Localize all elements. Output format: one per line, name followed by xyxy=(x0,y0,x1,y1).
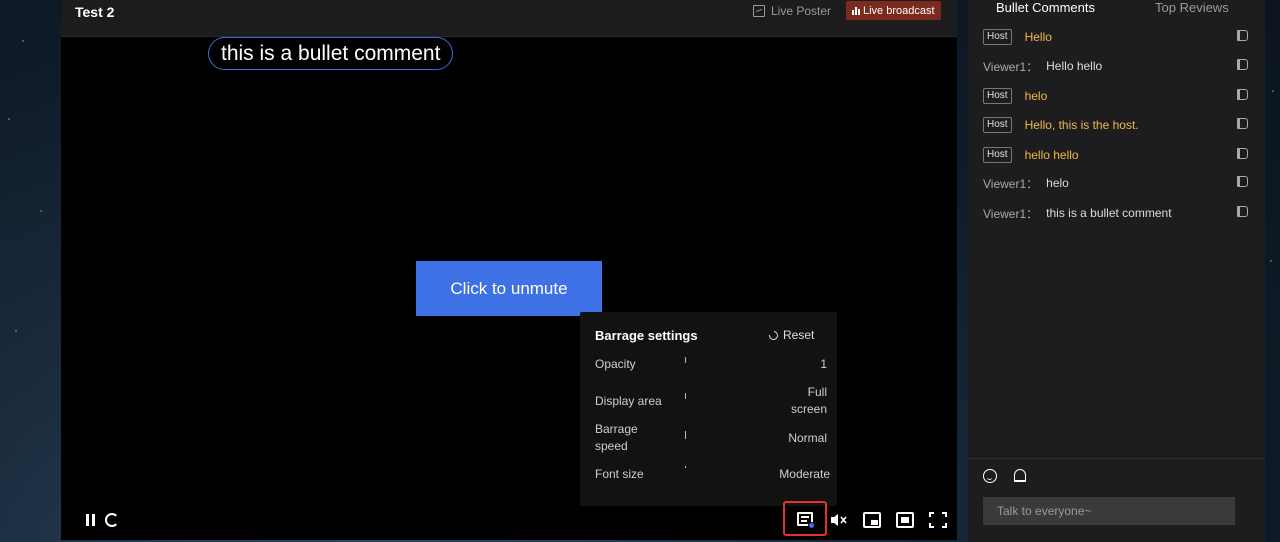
player-header: Test 2 Live Poster Live broadcast xyxy=(61,0,957,37)
font-size-value: Moderate xyxy=(779,467,830,481)
signal-bars-icon xyxy=(852,6,860,15)
theater-icon xyxy=(901,517,909,523)
opacity-setting: Opacity 1 xyxy=(595,356,827,376)
display-area-value: Full screen xyxy=(790,385,827,416)
message-text: this is a bullet comment xyxy=(1046,206,1172,220)
host-badge: Host xyxy=(983,147,1012,163)
chat-panel: Bullet Comments Top Reviews Host Hello V… xyxy=(968,0,1265,542)
pause-button[interactable] xyxy=(81,512,99,528)
video-player: Test 2 Live Poster Live broadcast this i… xyxy=(61,0,957,540)
chat-tabs: Bullet Comments Top Reviews xyxy=(968,0,1265,20)
reset-icon xyxy=(767,328,780,342)
thumbs-up-icon[interactable] xyxy=(1237,206,1248,217)
barrage-speed-slider[interactable] xyxy=(685,431,686,439)
thumbs-up-icon[interactable] xyxy=(1237,148,1248,159)
refresh-button[interactable] xyxy=(105,513,119,527)
display-area-setting: Display area Full screen xyxy=(595,384,827,420)
reset-button[interactable]: Reset xyxy=(767,328,815,342)
chat-message: Viewer1： helo xyxy=(983,173,1248,193)
font-size-slider[interactable] xyxy=(685,466,686,468)
live-broadcast-button[interactable]: Live broadcast xyxy=(846,1,941,20)
barrage-speed-value: Normal xyxy=(788,431,827,445)
host-badge: Host xyxy=(983,29,1012,45)
live-poster-button[interactable]: Live Poster xyxy=(753,4,831,18)
chat-message: Host Hello xyxy=(983,27,1248,47)
message-text: helo xyxy=(1046,176,1069,190)
barrage-speed-label: Barrage speed xyxy=(595,422,638,453)
chat-message: Host helo xyxy=(983,86,1248,106)
message-user: Viewer1： xyxy=(983,176,1039,191)
barrage-settings-title: Barrage settings xyxy=(595,328,698,343)
chat-message: Viewer1： this is a bullet comment xyxy=(983,203,1248,223)
fullscreen-button[interactable] xyxy=(929,512,947,528)
chat-input[interactable] xyxy=(983,497,1235,525)
tab-bullet-comments[interactable]: Bullet Comments xyxy=(996,0,1095,15)
host-badge: Host xyxy=(983,88,1012,104)
tab-top-reviews[interactable]: Top Reviews xyxy=(1155,0,1229,15)
chat-message: Host hello hello xyxy=(983,145,1248,165)
font-size-label: Font size xyxy=(595,467,644,481)
live-poster-label: Live Poster xyxy=(771,4,832,18)
theater-mode-button[interactable] xyxy=(896,512,914,528)
thumbs-up-icon[interactable] xyxy=(1237,89,1248,100)
picture-in-picture-button[interactable] xyxy=(863,512,881,528)
chat-message: Host Hello, this is the host. xyxy=(983,115,1248,135)
opacity-value: 1 xyxy=(820,357,827,371)
display-area-slider[interactable] xyxy=(685,393,686,399)
fullscreen-icon xyxy=(929,512,947,528)
message-user: Viewer1： xyxy=(983,206,1039,221)
message-text: Hello hello xyxy=(1046,59,1103,73)
image-icon xyxy=(753,5,765,17)
message-text: Hello, this is the host. xyxy=(1024,118,1139,132)
message-text: hello hello xyxy=(1024,148,1079,162)
thumbs-up-icon[interactable] xyxy=(1237,176,1248,187)
message-text: helo xyxy=(1024,89,1048,103)
volume-muted-button[interactable] xyxy=(829,512,847,528)
thumbs-up-icon[interactable] xyxy=(1237,30,1248,41)
barrage-speed-setting: Barrage speed Normal xyxy=(595,421,827,457)
unmute-button[interactable]: Click to unmute xyxy=(416,261,602,316)
opacity-label: Opacity xyxy=(595,357,636,371)
barrage-settings-button[interactable] xyxy=(783,501,827,536)
emoji-icon[interactable] xyxy=(983,469,997,483)
thumbs-up-icon[interactable] xyxy=(1237,118,1248,129)
stream-title: Test 2 xyxy=(75,4,115,20)
message-text: Hello xyxy=(1024,30,1052,44)
thumbs-up-icon[interactable] xyxy=(1237,59,1248,70)
barrage-settings-panel: Barrage settings Reset Opacity 1 Display… xyxy=(580,312,837,506)
barrage-settings-dot-icon xyxy=(808,522,815,529)
live-broadcast-label: Live broadcast xyxy=(863,4,935,17)
chat-message: Viewer1： Hello hello xyxy=(983,56,1248,76)
chat-composer xyxy=(968,458,1265,542)
display-area-label: Display area xyxy=(595,394,662,408)
player-controls xyxy=(61,500,957,540)
message-user: Viewer1： xyxy=(983,59,1039,74)
reset-label: Reset xyxy=(783,328,815,342)
volume-muted-icon xyxy=(831,514,847,526)
bell-icon[interactable] xyxy=(1014,469,1026,482)
host-badge: Host xyxy=(983,117,1012,133)
font-size-setting: Font size Moderate xyxy=(595,466,830,486)
opacity-slider[interactable] xyxy=(685,357,686,363)
pip-icon xyxy=(871,520,878,525)
bullet-comment: this is a bullet comment xyxy=(208,37,454,70)
